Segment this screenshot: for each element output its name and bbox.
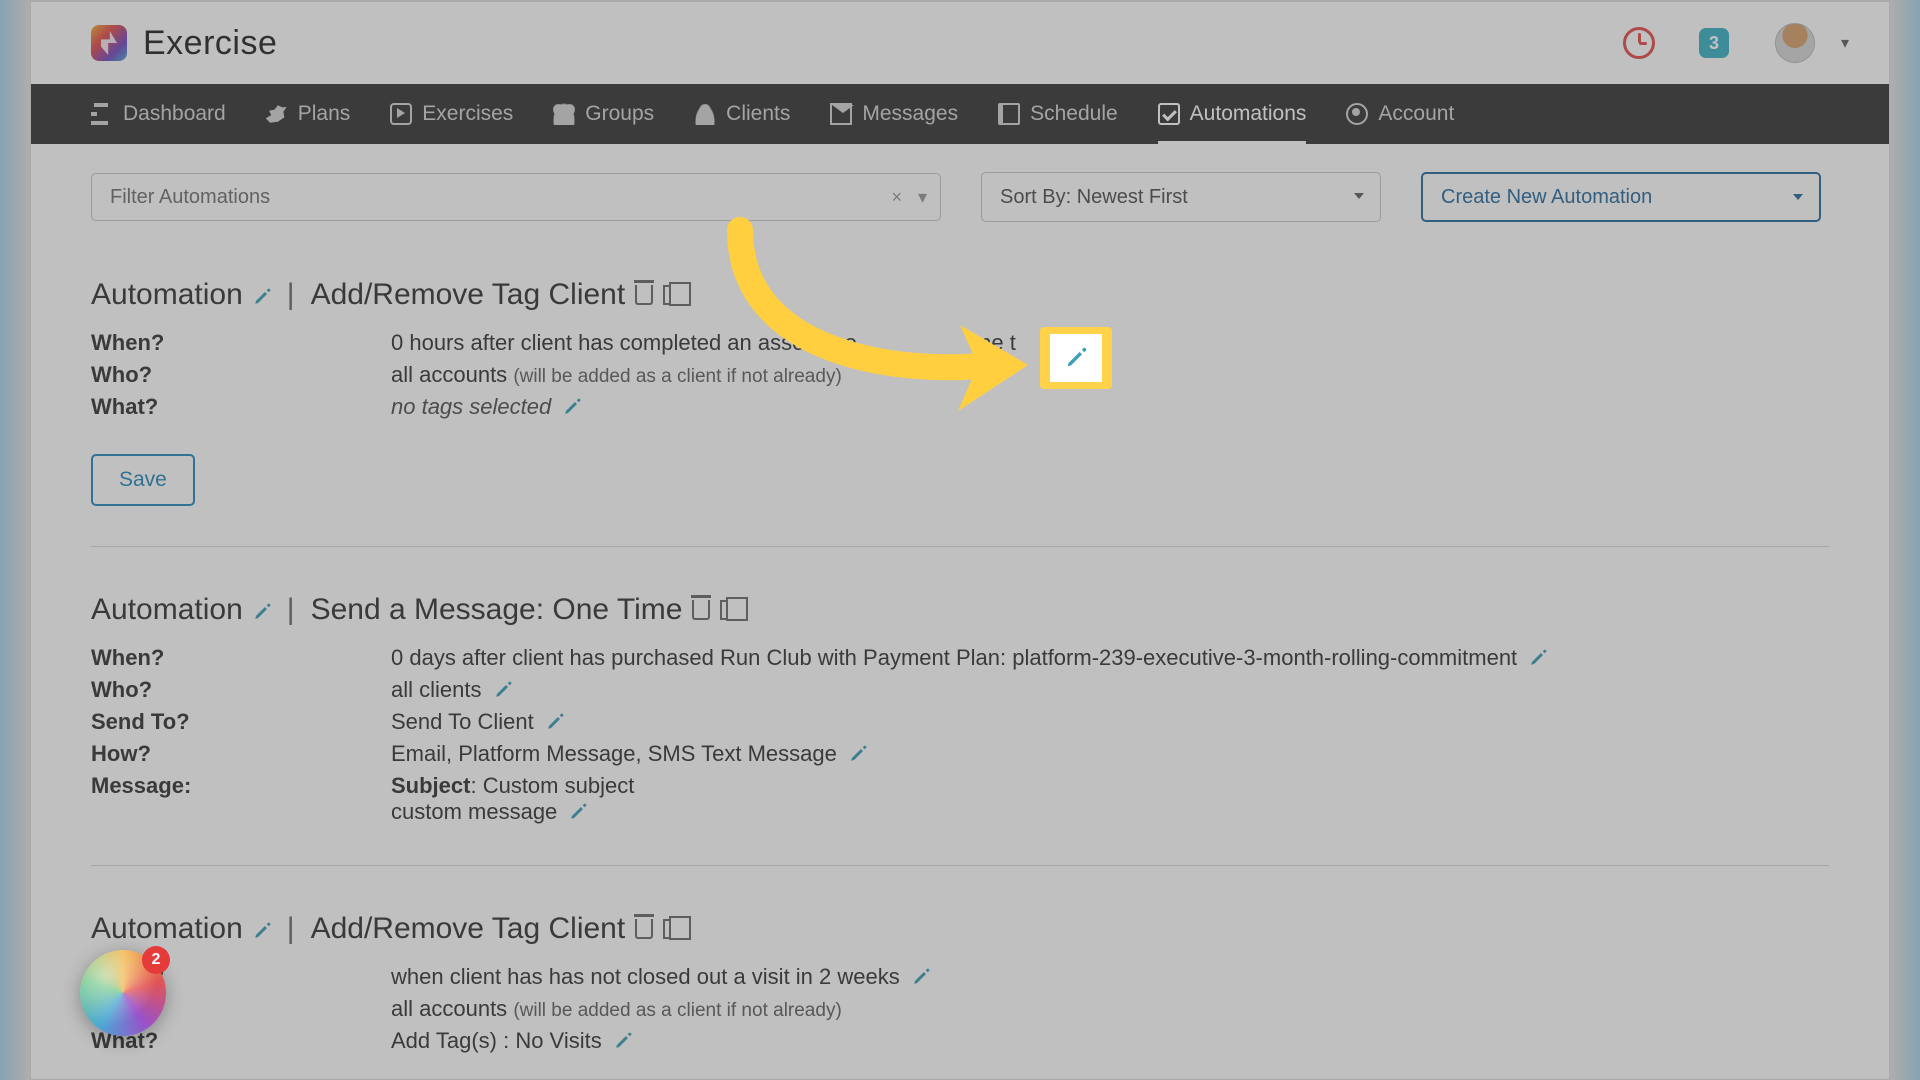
nav-clients[interactable]: Clients <box>694 86 790 142</box>
clock-icon[interactable] <box>1623 27 1655 59</box>
message-value: Subject: Custom subject custom message <box>391 773 1829 825</box>
chevron-down-icon <box>1354 193 1364 199</box>
edit-what-icon[interactable] <box>563 398 581 420</box>
edit-title-icon[interactable] <box>253 593 271 627</box>
who-value: all accounts (will be added as a client … <box>391 996 1829 1022</box>
nav-dashboard[interactable]: Dashboard <box>91 86 226 142</box>
save-button[interactable]: Save <box>91 454 195 506</box>
edit-when-icon[interactable] <box>1529 649 1547 671</box>
when-value: 0 days after client has purchased Run Cl… <box>391 645 1829 671</box>
sendto-label: Send To? <box>91 709 391 735</box>
when-value: when client has has not closed out a vis… <box>391 964 1829 990</box>
edit-who-icon[interactable] <box>494 681 512 703</box>
automation-card: Automation | Send a Message: One Time Wh… <box>91 547 1829 866</box>
automation-type: Add/Remove Tag Client <box>311 278 626 312</box>
check-icon <box>1158 103 1180 125</box>
chevron-down-icon <box>1793 194 1803 200</box>
book-icon <box>998 103 1020 125</box>
list-icon <box>91 103 113 125</box>
automation-title: Automation | Add/Remove Tag Client <box>91 912 1829 946</box>
edit-what-icon[interactable] <box>614 1032 632 1054</box>
chevron-down-icon[interactable]: ▾ <box>1841 33 1849 53</box>
sort-select[interactable]: Sort By: Newest First <box>981 172 1381 222</box>
account-icon <box>1346 103 1368 125</box>
automation-card: Automation | Add/Remove Tag Client When?… <box>91 232 1829 547</box>
who-label: Who? <box>91 362 391 388</box>
notification-badge[interactable]: 3 <box>1699 28 1729 58</box>
edit-how-icon[interactable] <box>849 745 867 767</box>
how-value: Email, Platform Message, SMS Text Messag… <box>391 741 1829 767</box>
edit-sendto-icon[interactable] <box>546 713 564 735</box>
brand-name: Exercise <box>143 24 277 63</box>
main-nav: Dashboard Plans Exercises Groups Clients… <box>31 84 1889 144</box>
nav-schedule[interactable]: Schedule <box>998 86 1118 142</box>
sort-select-label: Sort By: Newest First <box>1000 186 1188 209</box>
separator: | <box>281 593 301 627</box>
nav-messages[interactable]: Messages <box>830 86 958 142</box>
copy-icon[interactable] <box>663 919 681 939</box>
separator: | <box>281 278 301 312</box>
who-label: Who? <box>91 677 391 703</box>
how-label: How? <box>91 741 391 767</box>
user-icon <box>694 103 716 125</box>
automation-type: Add/Remove Tag Client <box>311 912 626 946</box>
mail-icon <box>830 103 852 125</box>
topbar: Exercise 3 ▾ <box>31 2 1889 84</box>
nav-plans[interactable]: Plans <box>266 86 351 142</box>
filter-row: × ▾ Sort By: Newest First Create New Aut… <box>31 144 1889 222</box>
when-label: When? <box>91 645 391 671</box>
edit-message-icon[interactable] <box>569 803 587 825</box>
trash-icon[interactable] <box>692 600 710 620</box>
what-label: What? <box>91 394 391 420</box>
when-label: When? <box>91 330 391 356</box>
what-value: Add Tag(s) : No Visits <box>391 1028 1829 1054</box>
nav-automations[interactable]: Automations <box>1158 86 1307 142</box>
logo-icon <box>91 25 127 61</box>
clear-icon[interactable]: × <box>891 187 902 208</box>
nav-account[interactable]: Account <box>1346 86 1454 142</box>
play-icon <box>390 103 412 125</box>
what-value: no tags selected <box>391 394 1829 420</box>
automation-word: Automation <box>91 278 243 312</box>
message-label: Message: <box>91 773 391 825</box>
automation-list: Automation | Add/Remove Tag Client When?… <box>31 222 1889 1080</box>
edit-when-icon[interactable] <box>912 968 930 990</box>
avatar[interactable] <box>1775 23 1815 63</box>
automation-word: Automation <box>91 593 243 627</box>
filter-input-wrap: × ▾ <box>91 173 941 221</box>
edit-title-icon[interactable] <box>253 278 271 312</box>
sendto-value: Send To Client <box>391 709 1829 735</box>
copy-icon[interactable] <box>663 285 681 305</box>
filter-input[interactable] <box>91 173 941 221</box>
nav-exercises[interactable]: Exercises <box>390 86 513 142</box>
help-widget-badge: 2 <box>142 946 170 974</box>
trash-icon[interactable] <box>635 285 653 305</box>
create-automation-select[interactable]: Create New Automation <box>1421 172 1821 222</box>
automation-title: Automation | Add/Remove Tag Client <box>91 278 1829 312</box>
create-automation-label: Create New Automation <box>1441 186 1652 209</box>
automation-title: Automation | Send a Message: One Time <box>91 593 1829 627</box>
app-window: Exercise 3 ▾ Dashboard Plans Exercises G… <box>30 0 1890 1080</box>
bird-icon <box>266 103 288 125</box>
automation-word: Automation <box>91 912 243 946</box>
separator: | <box>281 912 301 946</box>
nav-groups[interactable]: Groups <box>553 86 654 142</box>
chevron-down-icon[interactable]: ▾ <box>918 187 927 208</box>
automation-type: Send a Message: One Time <box>311 593 683 627</box>
who-value: all clients <box>391 677 1829 703</box>
trash-icon[interactable] <box>635 919 653 939</box>
edit-title-icon[interactable] <box>253 912 271 946</box>
tutorial-highlight <box>1040 327 1112 389</box>
automation-card: Automation | Add/Remove Tag Client When?… <box>91 866 1829 1080</box>
copy-icon[interactable] <box>720 600 738 620</box>
group-icon <box>553 103 575 125</box>
pencil-icon[interactable] <box>1065 347 1087 369</box>
help-widget[interactable]: 2 <box>80 950 166 1036</box>
